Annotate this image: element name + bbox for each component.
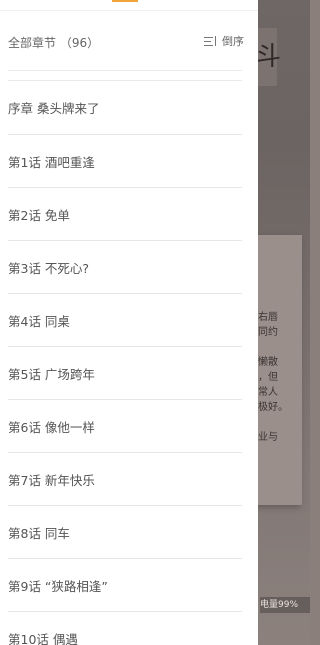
- chapter-item[interactable]: 第5话 广场跨年: [8, 347, 242, 400]
- chapter-item[interactable]: 第9话 “狭路相逢”: [8, 559, 242, 612]
- chapter-item[interactable]: 第6话 像他一样: [8, 400, 242, 453]
- battery-status: 电量99%: [260, 597, 310, 613]
- sort-icon: [204, 35, 218, 47]
- chapter-item[interactable]: 第8话 同车: [8, 506, 242, 559]
- tab-indicator: [112, 0, 138, 2]
- sort-order-button[interactable]: 倒序: [204, 33, 244, 49]
- chapter-item[interactable]: 第1话 酒吧重逢: [8, 135, 242, 188]
- chapter-item[interactable]: 第7话 新年快乐: [8, 453, 242, 506]
- toc-header: 全部章节 （96） 倒序: [0, 28, 258, 58]
- chapter-item[interactable]: 第2话 免单: [8, 188, 242, 241]
- background-page-text: 右唇 同约 懒散 ，但 常人 极好。 业与: [258, 312, 288, 443]
- header-divider: [8, 70, 242, 71]
- sort-label: 倒序: [222, 35, 244, 48]
- toc-title: 全部章节 （96）: [8, 36, 100, 50]
- chapter-item[interactable]: 第3话 不死心?: [8, 241, 242, 294]
- chapter-item[interactable]: 第10话 偶遇: [8, 612, 242, 645]
- chapter-item[interactable]: 序章 桑头牌来了: [8, 81, 242, 135]
- chapter-list: 序章 桑头牌来了 第1话 酒吧重逢 第2话 免单 第3话 不死心? 第4话 同桌…: [0, 81, 258, 645]
- chapter-list-drawer: 全部章节 （96） 倒序 序章 桑头牌来了 第1话 酒吧重逢 第2话 免单 第3…: [0, 0, 258, 645]
- chapter-item[interactable]: 第4话 同桌: [8, 294, 242, 347]
- top-divider: [0, 10, 258, 11]
- background-title-box: 斗: [255, 28, 281, 86]
